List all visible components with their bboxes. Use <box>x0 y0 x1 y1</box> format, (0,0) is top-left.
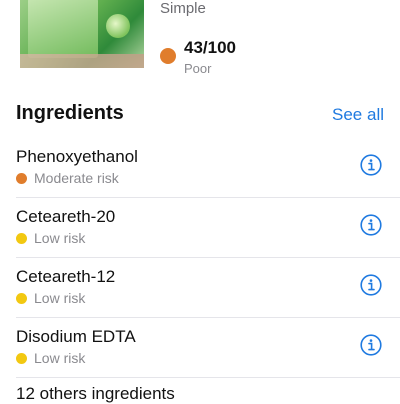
see-all-link[interactable]: See all <box>332 105 384 125</box>
list-item[interactable]: Ceteareth-12 Low risk <box>16 258 400 318</box>
others-ingredients-link[interactable]: 12 others ingredients <box>16 384 175 404</box>
product-rating: Poor <box>184 61 212 76</box>
product-image <box>20 0 144 68</box>
risk-label: Low risk <box>34 230 86 246</box>
ingredient-name: Phenoxyethanol <box>16 147 138 166</box>
hand-graphic <box>20 54 144 68</box>
risk-label: Low risk <box>34 290 86 306</box>
ingredient-name: Ceteareth-12 <box>16 267 116 286</box>
info-icon[interactable] <box>360 334 382 356</box>
risk-indicator: Moderate risk <box>16 170 119 186</box>
risk-label: Moderate risk <box>34 170 119 186</box>
info-icon[interactable] <box>360 214 382 236</box>
list-item[interactable]: Disodium EDTA Low risk <box>16 318 400 378</box>
risk-dot <box>16 172 27 184</box>
ingredients-title: Ingredients <box>16 102 124 124</box>
risk-dot <box>16 232 27 244</box>
risk-indicator: Low risk <box>16 290 85 306</box>
risk-label: Low risk <box>34 350 86 366</box>
ingredients-list: Phenoxyethanol Moderate risk Ceteareth-2… <box>0 138 400 378</box>
list-item[interactable]: Ceteareth-20 Low risk <box>16 198 400 258</box>
risk-indicator: Low risk <box>16 350 85 366</box>
info-icon[interactable] <box>360 154 382 176</box>
ingredient-name: Disodium EDTA <box>16 327 136 346</box>
info-icon[interactable] <box>360 274 382 296</box>
product-brand: Simple <box>160 0 206 17</box>
ingredient-name: Ceteareth-20 <box>16 207 116 226</box>
risk-dot <box>16 352 27 364</box>
list-item[interactable]: Phenoxyethanol Moderate risk <box>16 138 400 198</box>
score-status-dot <box>160 48 176 64</box>
product-score: 43/100 <box>184 38 236 57</box>
risk-dot <box>16 292 27 304</box>
product-pack-graphic <box>28 0 98 58</box>
cucumber-graphic <box>106 14 130 38</box>
risk-indicator: Low risk <box>16 230 85 246</box>
